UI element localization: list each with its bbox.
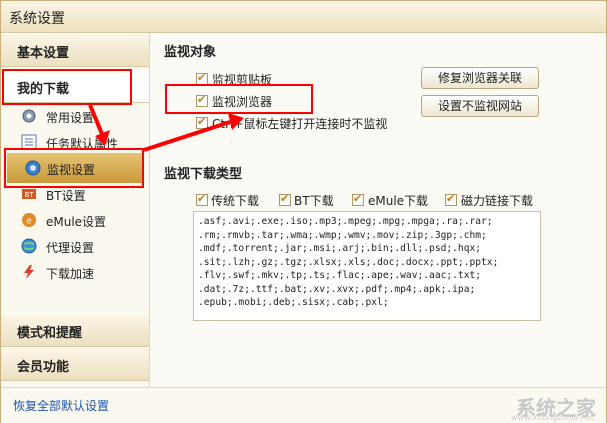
annotation-arrows xyxy=(88,104,244,152)
arrow-up-right-icon xyxy=(143,113,244,152)
arrow-down-icon xyxy=(88,104,110,146)
